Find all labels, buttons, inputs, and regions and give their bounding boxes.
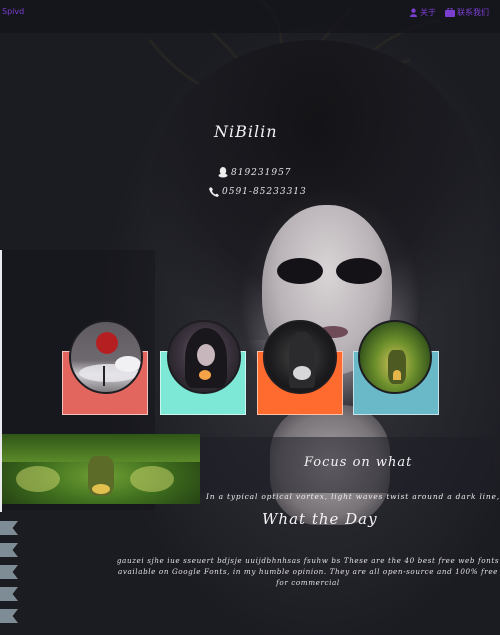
blood-moon-thumbnail[interactable]: [69, 320, 143, 394]
focus-text: In a typical optical vortex, light waves…: [206, 492, 500, 501]
nav-link-contact-label: 联系我们: [457, 8, 489, 17]
qq-number: 819231957: [231, 167, 292, 178]
nav-home-link[interactable]: Spivd: [2, 7, 24, 16]
about-line: gauzei sjhe iue sseuert bdjsje uuijdbhnh…: [116, 556, 500, 565]
tree-house-thumbnail[interactable]: [358, 320, 432, 394]
focus-heading: Focus on what: [304, 455, 413, 470]
section-heading: What the Day: [262, 510, 378, 528]
phone-icon: [209, 187, 219, 197]
nav-link-about-label: 关于: [420, 8, 436, 17]
dark-witch-thumbnail[interactable]: [167, 320, 241, 394]
about-line: for commercial: [276, 578, 340, 587]
about-line: available on Google Fonts, in my humble …: [117, 567, 499, 576]
top-navigation-bar: Spivd 关于 联系我们: [0, 0, 500, 33]
nav-link-about[interactable]: 关于: [409, 7, 436, 18]
qq-contact: 819231957: [218, 167, 292, 178]
nav-link-contact[interactable]: 联系我们: [445, 7, 489, 18]
phone-contact: 0591-85233313: [209, 187, 307, 197]
briefcase-icon: [445, 8, 455, 17]
phone-number: 0591-85233313: [222, 187, 307, 197]
site-title: NiBilin: [214, 122, 278, 141]
qq-penguin-icon: [218, 167, 228, 178]
forest-tree-banner-image: [2, 434, 200, 504]
about-paragraph: gauzei sjhe iue sseuert bdjsje uuijdbhnh…: [112, 555, 500, 588]
user-icon: [409, 8, 418, 17]
crystal-ball-thumbnail[interactable]: [263, 320, 337, 394]
